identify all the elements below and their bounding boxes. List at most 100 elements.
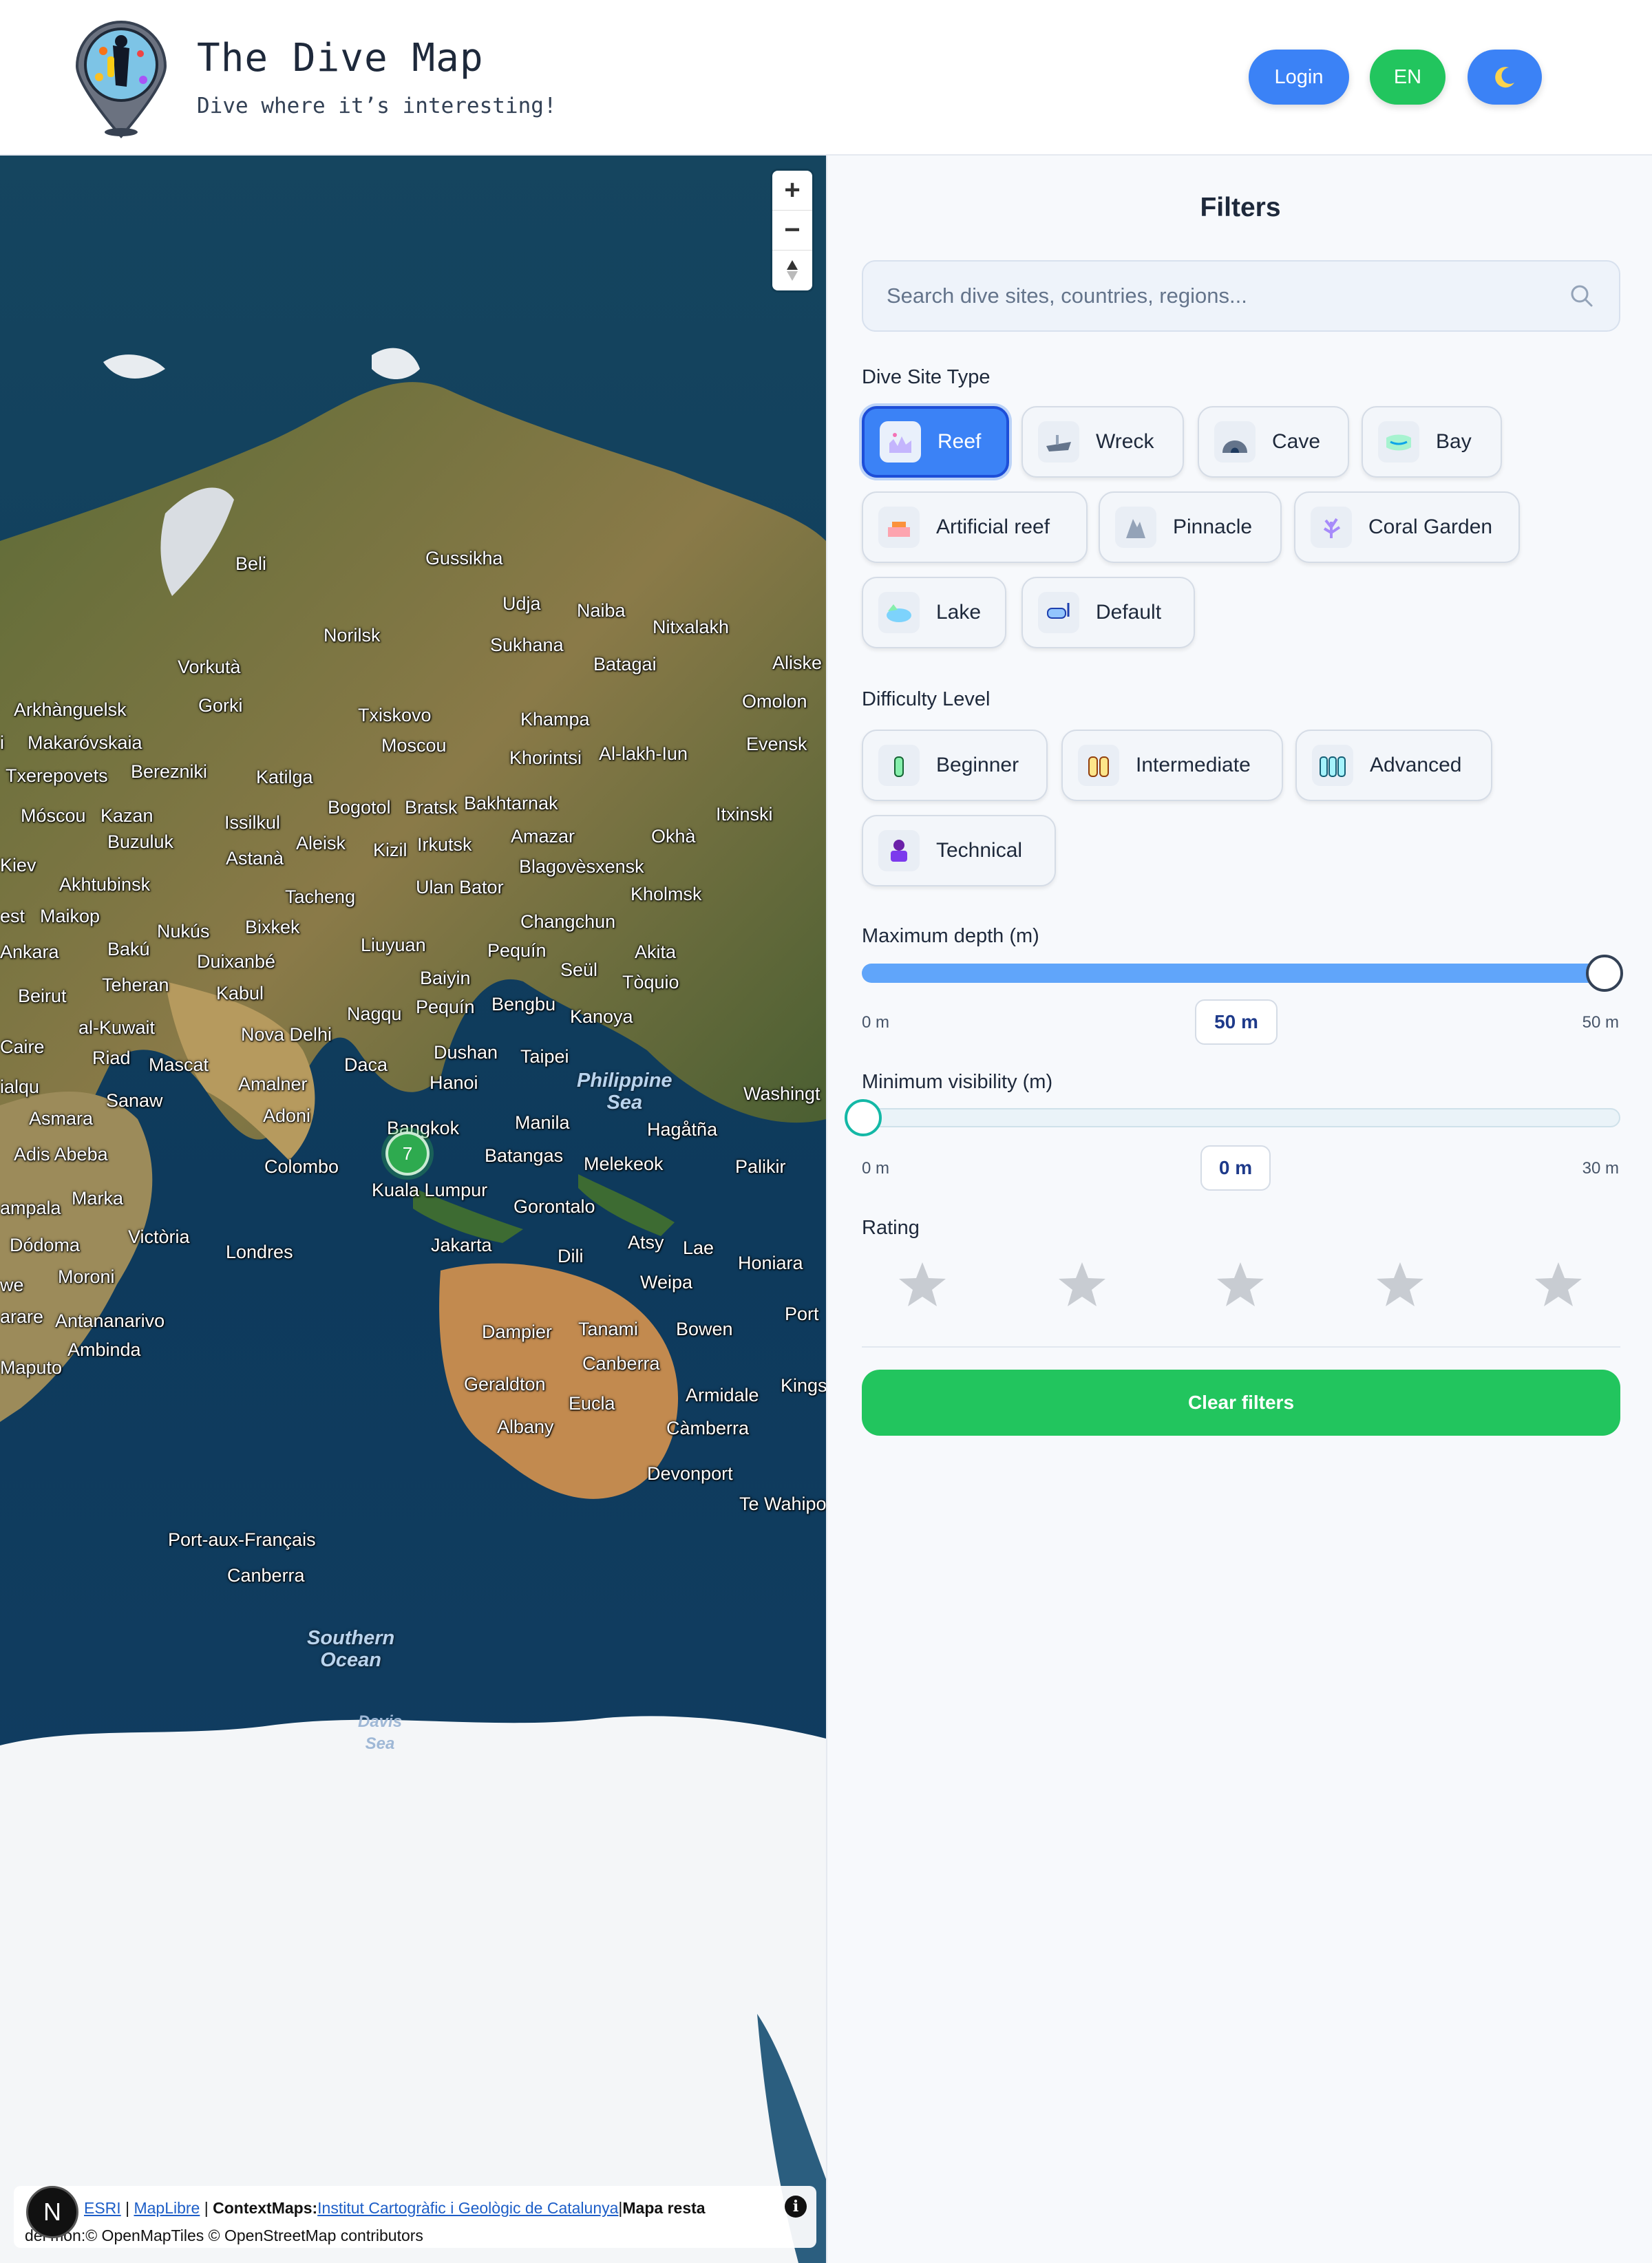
map-label: Caire xyxy=(0,1037,45,1057)
map-label: Khorintsi xyxy=(509,747,582,768)
wreck-icon xyxy=(1038,421,1079,463)
dive-site-type-label: Dive Site Type xyxy=(862,366,991,388)
map-label: Weipa xyxy=(640,1272,693,1293)
map-label: Bakhtarnak xyxy=(464,793,558,814)
map-label: Kiev xyxy=(0,855,36,875)
map-label: Vorkutà xyxy=(178,657,241,677)
map-label: Nova Delhi xyxy=(241,1024,332,1045)
site-type-chip-pinnacle[interactable]: Pinnacle xyxy=(1099,491,1282,563)
max-depth-max-label: 50 m xyxy=(1582,1013,1619,1032)
star-icon[interactable] xyxy=(1216,1260,1265,1309)
max-depth-min-label: 0 m xyxy=(862,1013,890,1032)
double-tank-icon xyxy=(1078,745,1119,786)
star-icon[interactable] xyxy=(898,1260,947,1309)
satellite-map-background xyxy=(0,156,826,2263)
map-label: Ankara xyxy=(0,942,59,962)
difficulty-chip-advanced[interactable]: Advanced xyxy=(1295,730,1492,801)
map-label: Aliske xyxy=(772,652,823,673)
map-label: Akita xyxy=(635,942,677,962)
site-type-chip-default[interactable]: Default xyxy=(1021,577,1195,648)
snorkel-mask-icon xyxy=(1038,592,1079,633)
star-icon[interactable] xyxy=(1375,1260,1425,1309)
map-label: ampala xyxy=(0,1198,61,1218)
map-label: Nukús xyxy=(157,921,210,942)
map-view[interactable]: Beli Gussikha Udja Naiba Nitxalakh Noril… xyxy=(0,156,826,2263)
clear-filters-button[interactable]: Clear filters xyxy=(862,1370,1620,1436)
site-type-chip-artificial-reef[interactable]: Artificial reef xyxy=(862,491,1088,563)
site-type-chip-lake[interactable]: Lake xyxy=(862,577,1006,648)
difficulty-chip-intermediate[interactable]: Intermediate xyxy=(1061,730,1283,801)
map-label: Nitxalakh xyxy=(653,617,730,637)
language-button[interactable]: EN xyxy=(1370,50,1446,105)
map-label: Akhtubinsk xyxy=(59,874,151,895)
map-label: Canberra xyxy=(582,1353,660,1374)
map-label: Palikir xyxy=(735,1156,786,1177)
map-label: Bratsk xyxy=(405,797,458,818)
search-box[interactable] xyxy=(862,260,1620,332)
pinnacle-icon xyxy=(1115,507,1156,548)
n-badge[interactable]: N xyxy=(26,2186,78,2238)
site-type-chip-reef[interactable]: Reef xyxy=(862,406,1009,478)
zoom-in-button[interactable]: + xyxy=(772,171,812,211)
map-label: Taipei xyxy=(520,1046,569,1067)
map-label: Teheran xyxy=(102,975,169,995)
map-label: Honiara xyxy=(738,1253,803,1273)
attribution-osm-text: del món:© OpenMapTiles © OpenStreetMap c… xyxy=(25,2227,423,2244)
difficulty-chip-technical[interactable]: Technical xyxy=(862,815,1056,886)
map-zoom-controls: + − xyxy=(772,171,812,290)
map-label: Geraldton xyxy=(464,1374,546,1394)
contextmaps-label: ContextMaps: xyxy=(213,2199,318,2217)
map-label: Nagqu xyxy=(347,1003,402,1024)
map-label: Okhà xyxy=(651,826,696,847)
min-visibility-slider-thumb[interactable] xyxy=(845,1099,882,1136)
difficulty-chip-beginner[interactable]: Beginner xyxy=(862,730,1048,801)
map-sea-label: Philippine Sea xyxy=(577,1070,673,1114)
max-depth-slider-track[interactable] xyxy=(862,964,1620,983)
zoom-out-button[interactable]: − xyxy=(772,211,812,251)
multi-tank-icon xyxy=(1312,745,1353,786)
esri-link[interactable]: ESRI xyxy=(84,2199,121,2217)
min-visibility-min-label: 0 m xyxy=(862,1159,890,1178)
map-label: Lae xyxy=(683,1237,714,1258)
site-type-chip-cave[interactable]: Cave xyxy=(1198,406,1349,478)
attribution-info-icon[interactable]: i xyxy=(785,2196,807,2218)
site-type-chip-bay[interactable]: Bay xyxy=(1362,406,1502,478)
theme-toggle-button[interactable] xyxy=(1468,50,1542,105)
map-label: Tacheng xyxy=(285,886,356,907)
star-icon[interactable] xyxy=(1057,1260,1107,1309)
map-label: Txiskovo xyxy=(358,705,432,725)
cave-icon xyxy=(1214,421,1256,463)
star-icon[interactable] xyxy=(1534,1260,1583,1309)
map-label: Duixanbé xyxy=(197,951,276,972)
site-type-chip-coral-garden[interactable]: Coral Garden xyxy=(1294,491,1520,563)
dive-site-cluster-marker[interactable]: 7 xyxy=(385,1132,430,1176)
compass-icon xyxy=(787,260,798,281)
search-input[interactable] xyxy=(887,284,1568,308)
maplibre-link[interactable]: MapLibre xyxy=(134,2199,200,2217)
map-label: Omolon xyxy=(742,691,807,712)
map-label: Naiba xyxy=(577,600,626,621)
map-label: Khampa xyxy=(520,709,590,730)
login-button[interactable]: Login xyxy=(1249,50,1349,105)
map-sea-label: Davis Sea xyxy=(358,1712,403,1753)
min-visibility-slider-track[interactable] xyxy=(862,1108,1620,1127)
max-depth-slider-thumb[interactable] xyxy=(1586,955,1623,992)
map-label: Hagåtña xyxy=(647,1119,718,1140)
attribution-separator: | xyxy=(125,2199,130,2217)
icgc-link[interactable]: Institut Cartogràfic i Geològic de Catal… xyxy=(317,2199,618,2217)
map-label: i xyxy=(0,732,4,753)
map-label: Kholmsk xyxy=(631,884,702,904)
map-label: Tanami xyxy=(578,1319,639,1339)
map-label: Adoni xyxy=(263,1105,311,1126)
map-label: Adis Abeba xyxy=(14,1144,108,1165)
site-type-chip-wreck[interactable]: Wreck xyxy=(1021,406,1184,478)
map-label: Kabul xyxy=(216,983,264,1003)
map-label: Te Wahipo xyxy=(739,1494,826,1514)
search-icon[interactable] xyxy=(1568,282,1596,310)
filters-title: Filters xyxy=(1200,193,1281,222)
compass-reset-button[interactable] xyxy=(772,251,812,290)
map-label: Baiyin xyxy=(420,968,471,988)
map-label: Gorki xyxy=(198,695,243,716)
map-label: Càmberra xyxy=(666,1418,750,1438)
map-label: Issilkul xyxy=(224,812,281,833)
